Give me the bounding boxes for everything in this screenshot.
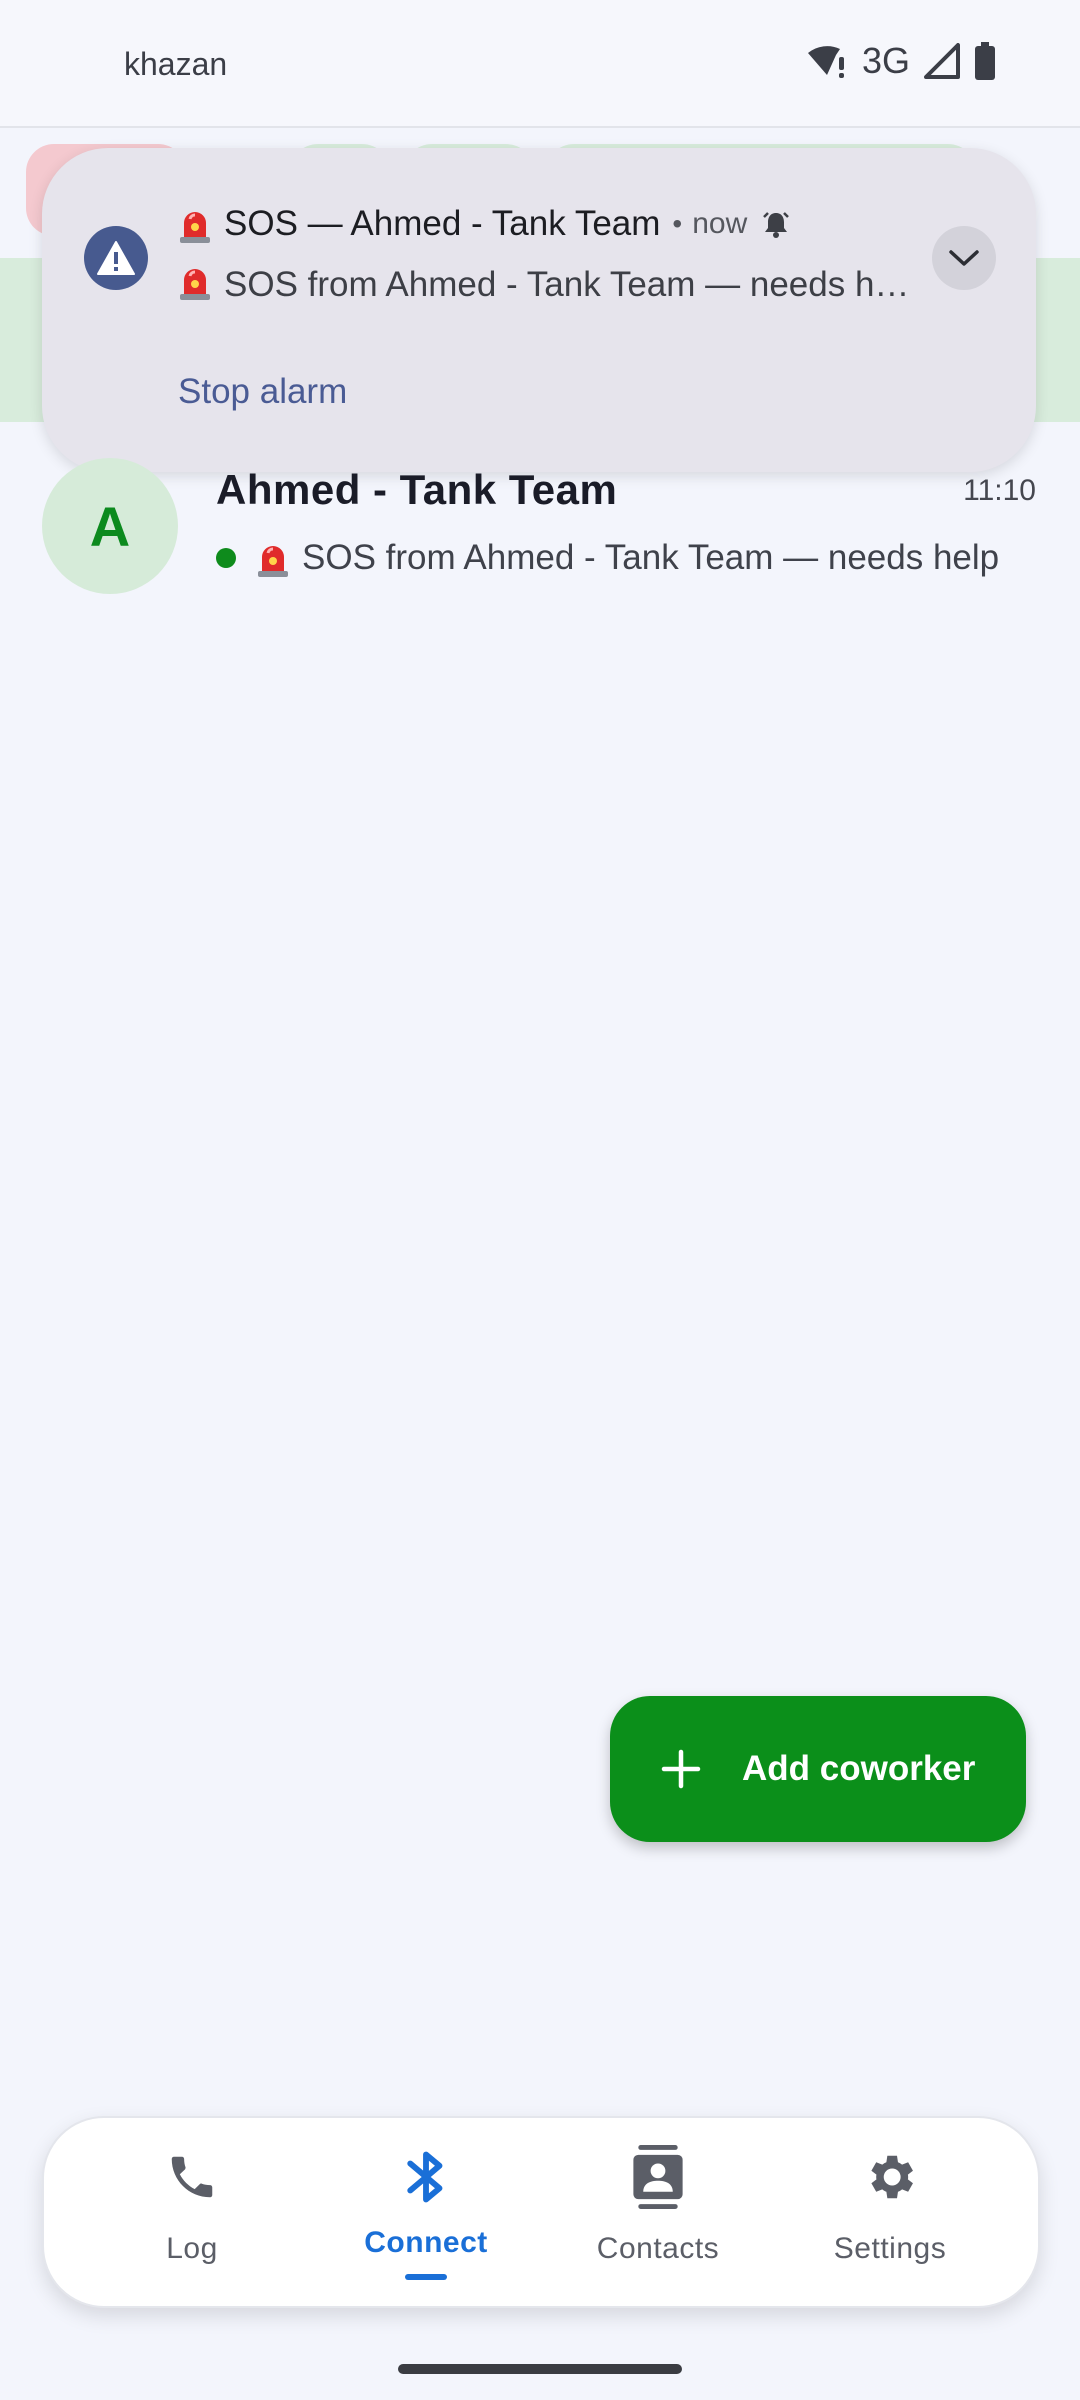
notification-time: now [692,207,748,240]
nav-label-settings: Settings [833,2232,947,2265]
active-tab-indicator [405,2274,447,2280]
warning-triangle-icon [84,226,148,290]
add-coworker-button[interactable]: Add coworker [610,1696,1026,1842]
battery-icon [975,42,995,80]
status-icons: 3G [806,40,996,82]
plus-icon [660,1748,702,1790]
nav-item-log[interactable]: Log [92,2142,292,2292]
nav-label-contacts: Contacts [596,2232,720,2265]
add-coworker-label: Add coworker [742,1749,976,1788]
nav-item-contacts[interactable]: Contacts [558,2142,758,2292]
wifi-alert-icon [807,46,844,78]
chat-time: 11:10 [963,474,1036,507]
notification-body-row: SOS from Ahmed - Tank Team — needs help [178,262,918,305]
bottom-navigation: Log Connect Contacts Settings [42,2116,1040,2308]
separator-dot: • [672,208,683,239]
notification-body: SOS from Ahmed - Tank Team — needs help [224,265,918,304]
alarm-bell-icon [761,209,791,239]
bluetooth-icon [326,2142,526,2212]
chat-preview: SOS from Ahmed - Tank Team — needs help [302,538,1000,577]
nav-item-settings[interactable]: Settings [790,2142,990,2292]
carrier-name: khazan [124,46,228,82]
siren-icon [178,205,212,243]
avatar: A [42,458,178,594]
nav-item-connect[interactable]: Connect [326,2142,526,2292]
phone-icon [92,2142,292,2212]
network-type: 3G [861,40,910,81]
gear-icon [790,2142,990,2212]
chat-name: Ahmed - Tank Team [216,466,618,513]
siren-icon [178,262,212,300]
nav-label-connect: Connect [364,2226,488,2259]
notification-title: SOS — Ahmed - Tank Team [224,204,661,243]
signal-icon [924,43,960,79]
notification-title-row: SOS — Ahmed - Tank Team • now [178,204,791,244]
online-status-dot [216,548,236,568]
contact-card-icon [558,2142,758,2212]
status-bar: khazan 3G [0,0,1080,128]
stop-alarm-button[interactable]: Stop alarm [178,372,347,412]
nav-label-log: Log [166,2232,218,2265]
chat-list-item[interactable]: A Ahmed - Tank Team 11:10 SOS from Ahmed… [0,452,1080,602]
siren-icon [256,539,290,577]
chat-preview-row: SOS from Ahmed - Tank Team — needs help [216,538,1036,578]
chevron-down-icon[interactable] [932,226,996,290]
gesture-navigation-bar[interactable] [398,2364,682,2374]
sos-notification[interactable]: SOS — Ahmed - Tank Team • now SOS from A… [42,148,1036,472]
